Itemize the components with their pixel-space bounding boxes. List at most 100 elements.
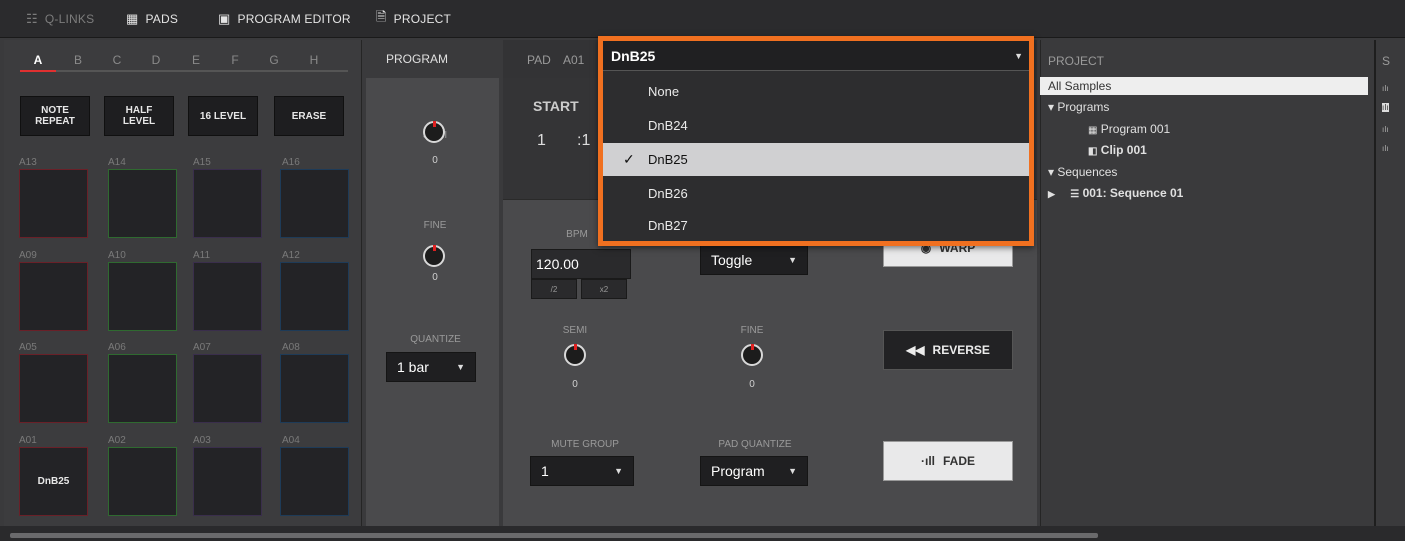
- horizontal-scrollbar-thumb[interactable]: [10, 533, 1098, 538]
- program-quantize-label: QUANTIZE: [410, 334, 461, 345]
- fade-icon: ·ıll: [920, 454, 935, 468]
- file-icon: 🗎: [376, 9, 387, 24]
- bank-g-tab[interactable]: G: [265, 53, 283, 67]
- pad-label: A04: [282, 435, 300, 446]
- bank-c-tab[interactable]: C: [108, 53, 126, 67]
- waveform-icon[interactable]: ıIı: [1382, 144, 1389, 153]
- pad-a03[interactable]: [193, 447, 262, 516]
- sequence-icon: ☰: [1070, 189, 1080, 200]
- pad-label: A15: [193, 157, 211, 168]
- pad-a14[interactable]: [108, 169, 177, 238]
- quantize-value: 1 bar: [397, 359, 429, 375]
- pad-a06[interactable]: [108, 354, 177, 423]
- bank-d-tab[interactable]: D: [147, 53, 165, 67]
- sample-dropdown[interactable]: DnB25 ▼ None DnB24 ✓ DnB25 DnB26 DnB27: [598, 36, 1034, 246]
- pad-a15[interactable]: [193, 169, 262, 238]
- waveform-icon[interactable]: ıIı: [1382, 103, 1389, 112]
- editor-semi-knob[interactable]: [564, 344, 586, 366]
- checkmark-icon: ✓: [623, 151, 635, 167]
- reverse-button[interactable]: ◀◀ REVERSE: [883, 330, 1013, 370]
- waveform-icon[interactable]: ıIı: [1382, 84, 1389, 93]
- program-editor-tab[interactable]: ▣ PROGRAM EDITOR: [218, 0, 351, 38]
- option-label: DnB24: [648, 118, 688, 133]
- bank-f-tab[interactable]: F: [226, 53, 244, 67]
- dropdown-option-dnb24[interactable]: DnB24: [603, 109, 1029, 142]
- tree-programs[interactable]: ▾ Programs: [1048, 100, 1109, 114]
- warp-mode-select[interactable]: Toggle ▼: [700, 245, 808, 275]
- chevron-down-icon: ▼: [456, 362, 465, 372]
- pad-label: A11: [193, 250, 211, 261]
- dropdown-option-dnb25[interactable]: ✓ DnB25: [603, 143, 1029, 176]
- pad-label: A05: [19, 342, 37, 353]
- pad-label: A10: [108, 250, 126, 261]
- tree-sequences-label: Sequences: [1057, 165, 1118, 179]
- start-value-bar[interactable]: 1: [537, 132, 546, 150]
- fade-button[interactable]: ·ıll FADE: [883, 441, 1013, 481]
- pad-a05[interactable]: [19, 354, 88, 423]
- pad-quantize-value: Program: [711, 463, 765, 479]
- pad-a01[interactable]: DnB25: [19, 447, 88, 516]
- reverse-icon: ◀◀: [906, 343, 925, 357]
- pads-tab[interactable]: ▦ PADS: [126, 0, 178, 38]
- dropdown-option-none[interactable]: None: [603, 75, 1029, 108]
- bpm-label: BPM: [566, 229, 588, 240]
- program-semi-knob[interactable]: [423, 121, 445, 143]
- bank-h-tab[interactable]: H: [305, 53, 323, 67]
- pad-a11[interactable]: [193, 262, 262, 331]
- waveform-icon[interactable]: ıIı: [1382, 125, 1389, 134]
- mute-group-select[interactable]: 1 ▼: [530, 456, 634, 486]
- bank-e-tab[interactable]: E: [187, 53, 205, 67]
- qlinks-label: Q-LINKS: [44, 12, 95, 26]
- tree-program-001[interactable]: ▦ Program 001: [1088, 122, 1170, 136]
- pad-id-text: A01: [563, 53, 585, 67]
- editor-fine-label: FINE: [740, 325, 764, 336]
- qlinks-tab[interactable]: ☷ Q-LINKS: [26, 0, 94, 38]
- sixteen-level-button[interactable]: 16 LEVEL: [188, 96, 258, 136]
- dropdown-option-dnb27[interactable]: DnB27: [603, 209, 1029, 242]
- pad-a09[interactable]: [19, 262, 88, 331]
- dropdown-option-dnb26[interactable]: DnB26: [603, 177, 1029, 210]
- bpm-field[interactable]: 120.00: [531, 249, 631, 279]
- pad-label: A14: [108, 157, 126, 168]
- bank-a-tab[interactable]: A: [29, 53, 47, 67]
- tree-sequences[interactable]: ▾ Sequences: [1048, 165, 1117, 179]
- pad-a04[interactable]: [280, 447, 349, 516]
- pad-label: A09: [19, 250, 37, 261]
- pad-a02[interactable]: [108, 447, 177, 516]
- fade-label: FADE: [942, 454, 975, 468]
- pad-a13[interactable]: [19, 169, 88, 238]
- pad-quantize-label: PAD QUANTIZE: [718, 439, 792, 450]
- project-label: PROJECT: [393, 12, 452, 26]
- expanded-triangle-icon: ▾: [1048, 165, 1055, 179]
- pad-a16[interactable]: [280, 169, 349, 238]
- bank-underline: [20, 70, 348, 72]
- start-value-beat[interactable]: :1: [577, 132, 590, 150]
- half-level-button[interactable]: HALF LEVEL: [104, 96, 174, 136]
- tree-all-samples[interactable]: All Samples: [1040, 77, 1368, 95]
- tree-clip-001[interactable]: ◧ Clip 001: [1088, 143, 1147, 157]
- pad-a12[interactable]: [280, 262, 349, 331]
- dropdown-header[interactable]: DnB25 ▼: [603, 41, 1029, 71]
- pad-label: A12: [282, 250, 300, 261]
- program-fine-value: 0: [432, 272, 438, 283]
- pad-a08[interactable]: [280, 354, 349, 423]
- pad-a10[interactable]: [108, 262, 177, 331]
- tree-sequence-01[interactable]: ▶ ☰ 001: Sequence 01: [1048, 186, 1183, 200]
- expanded-triangle-icon: ▾: [1048, 100, 1055, 114]
- tree-sequence-01-label: 001: Sequence 01: [1082, 186, 1184, 200]
- note-repeat-button[interactable]: NOTE REPEAT: [20, 96, 90, 136]
- erase-button[interactable]: ERASE: [274, 96, 344, 136]
- pad-label: A06: [108, 342, 126, 353]
- pads-label: PADS: [145, 12, 179, 26]
- project-tab[interactable]: 🗎 PROJECT: [376, 0, 451, 38]
- option-label: DnB26: [648, 186, 688, 201]
- bank-b-tab[interactable]: B: [69, 53, 87, 67]
- program-fine-knob[interactable]: [423, 245, 445, 267]
- editor-fine-knob[interactable]: [741, 344, 763, 366]
- bpm-double-button[interactable]: x2: [581, 279, 627, 299]
- pad-a07[interactable]: [193, 354, 262, 423]
- pad-quantize-select[interactable]: Program ▼: [700, 456, 808, 486]
- bpm-half-button[interactable]: /2: [531, 279, 577, 299]
- program-quantize-select[interactable]: 1 bar ▼: [386, 352, 476, 382]
- option-label: None: [648, 84, 680, 99]
